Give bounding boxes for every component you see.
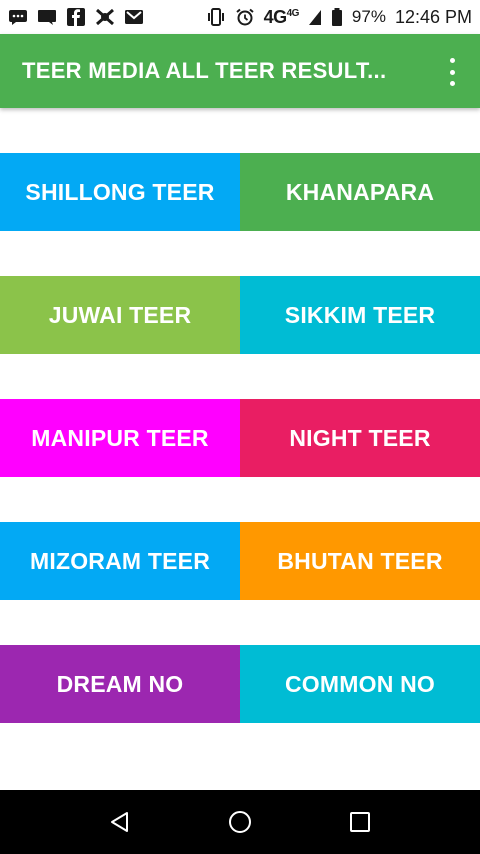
chat-icon	[37, 8, 57, 26]
message-icon	[8, 8, 28, 26]
tile-khanapara[interactable]: KHANAPARA	[240, 153, 480, 231]
vibrate-icon	[206, 8, 226, 26]
tile-shillong-teer[interactable]: SHILLONG TEER	[0, 153, 240, 231]
tile-row: DREAM NO COMMON NO	[0, 645, 480, 723]
facebook-icon	[66, 8, 86, 26]
status-bar-system: 4G4G 97% 12:46 PM	[206, 7, 472, 28]
tile-row: JUWAI TEER SIKKIM TEER	[0, 276, 480, 354]
home-icon[interactable]	[225, 807, 255, 837]
tile-manipur-teer[interactable]: MANIPUR TEER	[0, 399, 240, 477]
tile-juwai-teer[interactable]: JUWAI TEER	[0, 276, 240, 354]
status-bar-notifications	[8, 8, 144, 26]
app-bar: TEER MEDIA ALL TEER RESULT...	[0, 34, 480, 108]
signal-icon	[308, 8, 322, 26]
tile-common-no[interactable]: COMMON NO	[240, 645, 480, 723]
tile-row: MANIPUR TEER NIGHT TEER	[0, 399, 480, 477]
app-title: TEER MEDIA ALL TEER RESULT...	[22, 58, 387, 83]
back-icon[interactable]	[105, 807, 135, 837]
tile-mizoram-teer[interactable]: MIZORAM TEER	[0, 522, 240, 600]
app-icon	[95, 8, 115, 26]
screen: 4G4G 97% 12:46 PM TEER MEDIA ALL TEER RE…	[0, 0, 480, 854]
tile-night-teer[interactable]: NIGHT TEER	[240, 399, 480, 477]
more-vert-icon[interactable]	[442, 58, 462, 86]
gmail-icon	[124, 8, 144, 26]
alarm-icon	[235, 8, 255, 26]
clock: 12:46 PM	[394, 6, 472, 27]
battery-icon	[331, 8, 343, 26]
recents-icon[interactable]	[345, 807, 375, 837]
navigation-bar	[0, 790, 480, 854]
status-bar: 4G4G 97% 12:46 PM	[0, 0, 480, 34]
battery-percent: 97%	[351, 7, 386, 26]
network-type: 4G4G	[263, 6, 300, 27]
tile-dream-no[interactable]: DREAM NO	[0, 645, 240, 723]
tile-row: MIZORAM TEER BHUTAN TEER	[0, 522, 480, 600]
tile-sikkim-teer[interactable]: SIKKIM TEER	[240, 276, 480, 354]
tile-row: SHILLONG TEER KHANAPARA	[0, 153, 480, 231]
tile-bhutan-teer[interactable]: BHUTAN TEER	[240, 522, 480, 600]
